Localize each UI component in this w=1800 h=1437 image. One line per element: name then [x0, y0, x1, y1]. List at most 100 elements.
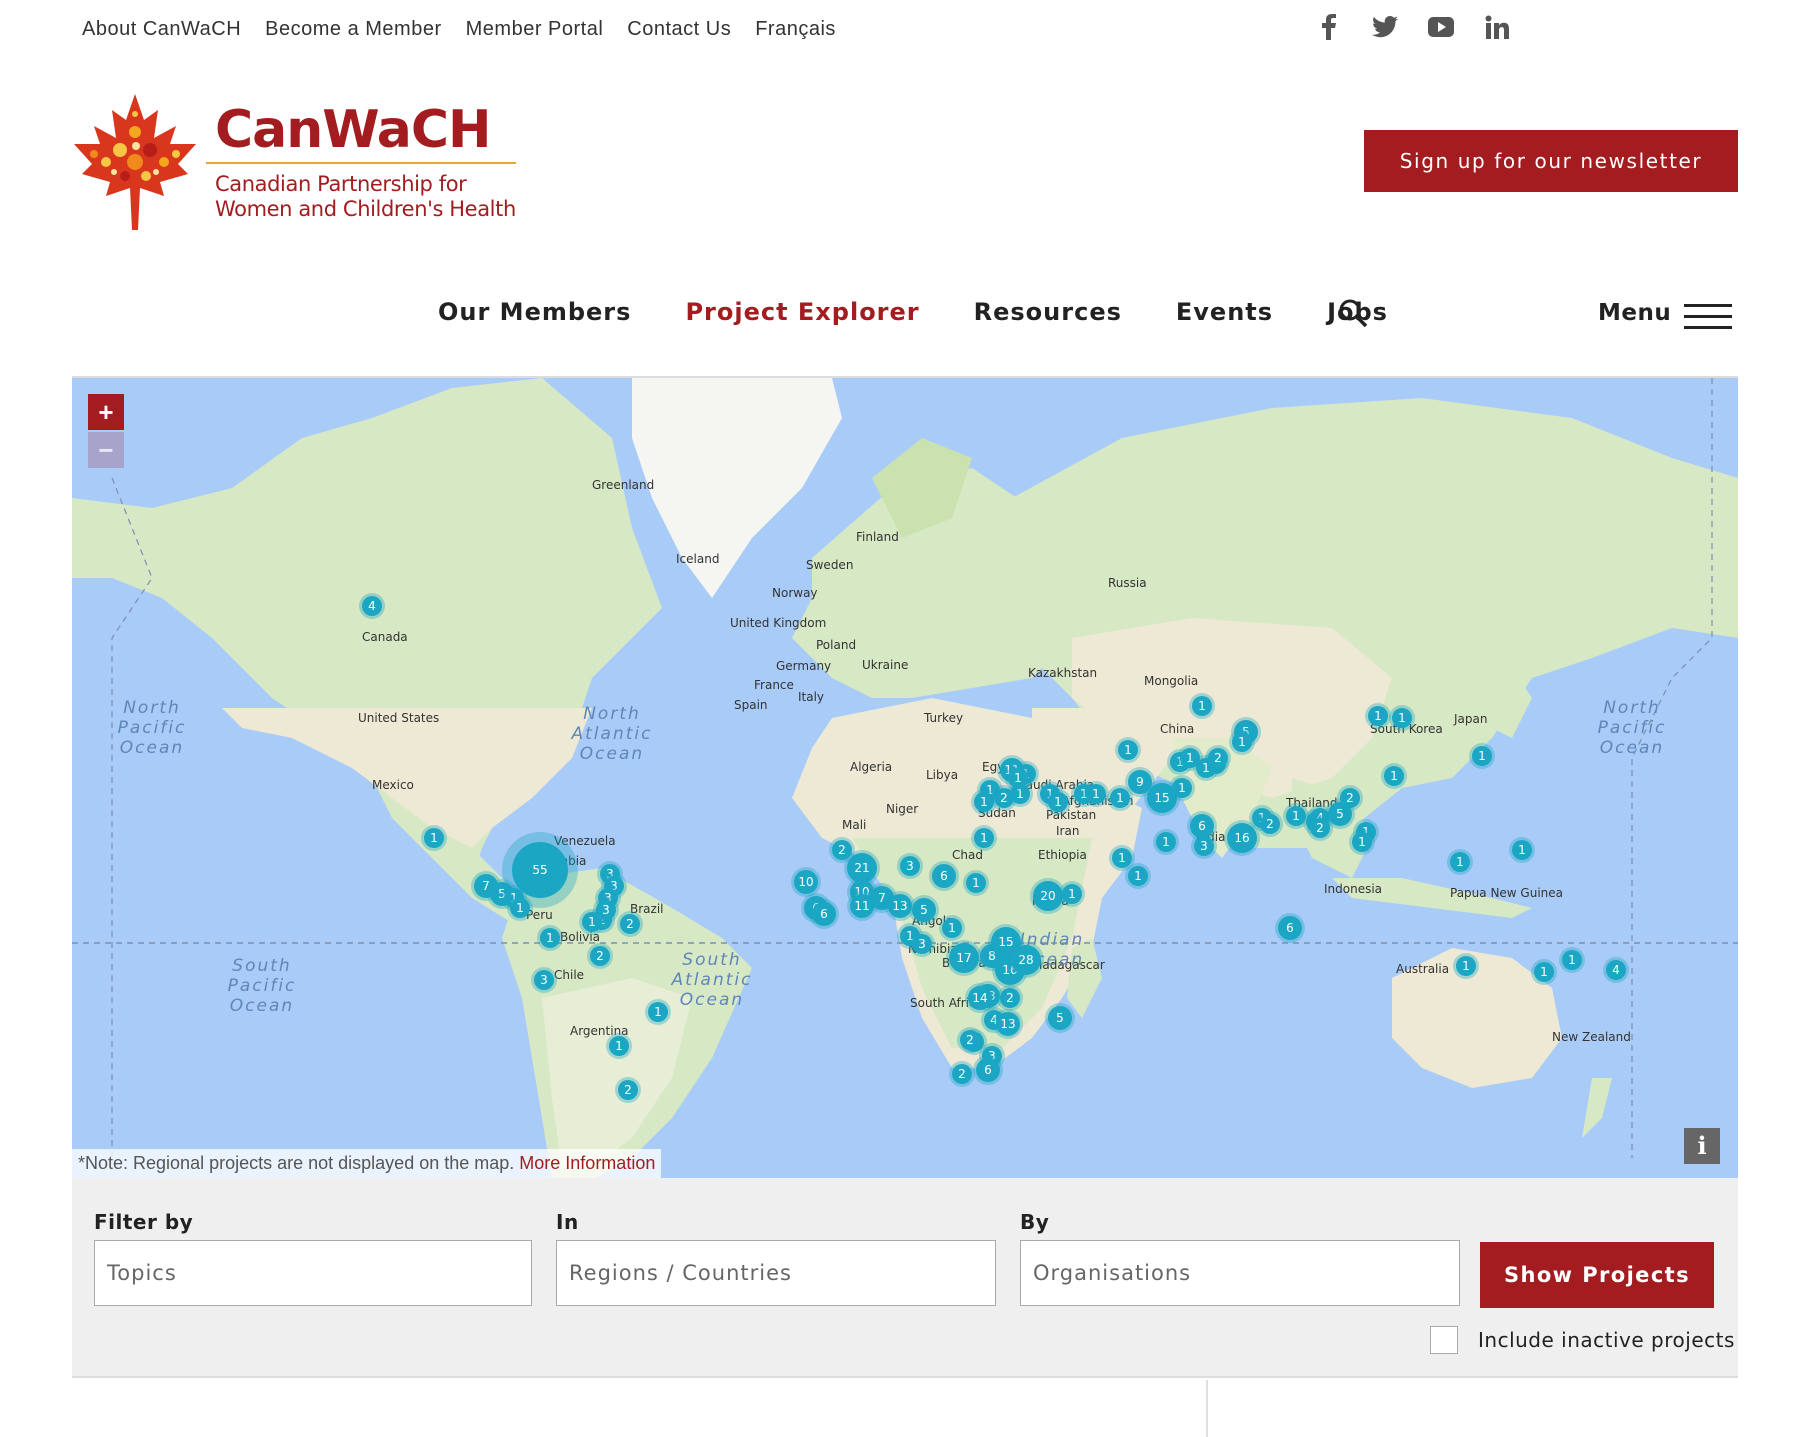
project-cluster-marker[interactable]: 10	[794, 870, 818, 894]
project-cluster-marker[interactable]: 1	[1172, 778, 1192, 798]
project-cluster-marker[interactable]: 13	[888, 894, 912, 918]
zoom-in-button[interactable]: +	[88, 394, 124, 430]
project-cluster-marker[interactable]: 1	[1232, 732, 1252, 752]
project-cluster-marker[interactable]: 3	[1194, 836, 1214, 856]
project-cluster-marker[interactable]: 2	[1310, 818, 1330, 838]
menu-label[interactable]: Menu	[1598, 300, 1671, 326]
hamburger-menu-icon[interactable]	[1684, 304, 1732, 330]
include-inactive-checkbox[interactable]	[1430, 1326, 1458, 1354]
organisations-input[interactable]	[1020, 1240, 1460, 1306]
project-cluster-marker[interactable]: 2	[590, 946, 610, 966]
project-cluster-marker[interactable]: 1	[510, 898, 530, 918]
project-cluster-marker[interactable]: 2	[832, 840, 852, 860]
nav-resources[interactable]: Resources	[974, 298, 1122, 326]
site-logo[interactable]: CanWaCH Canadian Partnership for Women a…	[70, 92, 520, 232]
project-cluster-marker[interactable]: 2	[1000, 988, 1020, 1008]
project-cluster-marker[interactable]: 1	[1472, 746, 1492, 766]
project-cluster-marker[interactable]: 28	[1011, 945, 1041, 975]
project-cluster-marker[interactable]: 1	[1048, 792, 1068, 812]
project-cluster-marker[interactable]: 6	[932, 864, 956, 888]
map-info-button[interactable]: i	[1684, 1128, 1720, 1164]
project-cluster-marker[interactable]: 1	[540, 928, 560, 948]
project-cluster-marker[interactable]: 1	[1368, 706, 1388, 726]
project-cluster-marker[interactable]: 2	[952, 1064, 972, 1084]
project-cluster-marker[interactable]: 1	[1112, 848, 1132, 868]
regions-countries-input[interactable]	[556, 1240, 996, 1306]
project-cluster-marker[interactable]: 14	[968, 986, 992, 1010]
project-cluster-marker[interactable]: 2	[618, 1080, 638, 1100]
topics-input[interactable]	[94, 1240, 532, 1306]
project-cluster-marker[interactable]: 1	[609, 1036, 629, 1056]
project-map[interactable]: + − Greenland Iceland Finland Sweden Norway U…	[72, 376, 1738, 1178]
project-cluster-marker[interactable]: 2	[1208, 748, 1228, 768]
project-cluster-marker[interactable]: 3	[534, 970, 554, 990]
top-link-francais[interactable]: Français	[755, 18, 836, 41]
project-cluster-marker[interactable]: 1	[1156, 832, 1176, 852]
project-cluster-marker[interactable]: 2	[960, 1030, 980, 1050]
project-cluster-marker[interactable]: 1	[942, 918, 962, 938]
top-link-about[interactable]: About CanWaCH	[82, 18, 241, 41]
project-cluster-marker[interactable]: 21	[847, 853, 877, 883]
nav-events[interactable]: Events	[1176, 298, 1273, 326]
project-cluster-marker[interactable]: 6	[812, 902, 836, 926]
project-cluster-marker[interactable]: 1	[648, 1002, 668, 1022]
project-cluster-marker[interactable]: 1	[1062, 884, 1082, 904]
project-cluster-marker[interactable]: 3	[900, 856, 920, 876]
project-cluster-marker[interactable]: 1	[1456, 956, 1476, 976]
project-cluster-marker[interactable]: 1	[1392, 708, 1412, 728]
project-cluster-marker[interactable]: 5	[912, 898, 936, 922]
project-cluster-marker[interactable]: 1	[1384, 766, 1404, 786]
search-icon[interactable]	[1338, 298, 1368, 328]
top-link-become-member[interactable]: Become a Member	[265, 18, 441, 41]
facebook-icon[interactable]	[1316, 14, 1342, 40]
project-cluster-marker[interactable]: 1	[1110, 788, 1130, 808]
project-cluster-marker[interactable]: 1	[1286, 806, 1306, 826]
project-cluster-marker[interactable]: 1	[974, 792, 994, 812]
project-cluster-marker[interactable]: 17	[949, 943, 979, 973]
project-cluster-marker[interactable]: 1	[1512, 840, 1532, 860]
map-place-label: Kazakhstan	[1028, 666, 1098, 680]
project-cluster-marker[interactable]: 6	[976, 1058, 1000, 1082]
map-place-label: Iceland	[676, 552, 720, 566]
project-cluster-marker[interactable]: 13	[996, 1012, 1020, 1036]
project-cluster-marker[interactable]: 1	[1562, 950, 1582, 970]
youtube-icon[interactable]	[1428, 14, 1454, 40]
show-projects-button[interactable]: Show Projects	[1480, 1242, 1714, 1308]
newsletter-signup-button[interactable]: Sign up for our newsletter	[1364, 130, 1738, 192]
map-place-label: Brazil	[630, 902, 664, 916]
twitter-icon[interactable]	[1372, 14, 1398, 40]
project-cluster-marker[interactable]: 20	[1033, 881, 1063, 911]
project-cluster-marker[interactable]: 6	[1190, 814, 1214, 838]
project-cluster-marker[interactable]: 1	[424, 828, 444, 848]
map-place-label: Mali	[842, 818, 867, 832]
project-cluster-marker[interactable]: 1	[1180, 748, 1200, 768]
project-cluster-marker[interactable]: 1	[966, 873, 986, 893]
project-cluster-marker[interactable]: 6	[1278, 916, 1302, 940]
more-information-link[interactable]: More Information	[519, 1153, 655, 1173]
linkedin-icon[interactable]	[1484, 14, 1510, 40]
project-cluster-marker[interactable]: 1	[1450, 852, 1470, 872]
nav-project-explorer[interactable]: Project Explorer	[685, 298, 919, 326]
project-cluster-marker[interactable]: 1	[1128, 866, 1148, 886]
project-cluster-marker[interactable]: 2	[1340, 788, 1360, 808]
project-cluster-marker[interactable]: 1	[582, 912, 602, 932]
project-cluster-marker[interactable]: 1	[1534, 962, 1554, 982]
project-cluster-marker[interactable]: 1	[1118, 740, 1138, 760]
project-cluster-marker[interactable]: 2	[620, 914, 640, 934]
top-link-contact[interactable]: Contact Us	[627, 18, 731, 41]
project-cluster-marker[interactable]: 1	[1008, 768, 1028, 788]
project-cluster-marker[interactable]: 3	[912, 934, 932, 954]
project-cluster-marker[interactable]: 4	[1606, 960, 1626, 980]
project-cluster-marker[interactable]: 2	[1260, 814, 1280, 834]
project-cluster-marker[interactable]: 1	[974, 828, 994, 848]
project-cluster-marker[interactable]: 5	[1048, 1006, 1072, 1030]
top-link-member-portal[interactable]: Member Portal	[466, 18, 604, 41]
map-place-label: New Zealand	[1552, 1030, 1631, 1044]
project-cluster-marker[interactable]: 4	[362, 596, 382, 616]
project-cluster-marker[interactable]: 1	[1352, 832, 1372, 852]
zoom-out-button[interactable]: −	[88, 432, 124, 468]
project-cluster-marker[interactable]: 1	[1086, 784, 1106, 804]
project-cluster-marker[interactable]: 16	[1227, 823, 1257, 853]
nav-our-members[interactable]: Our Members	[438, 298, 631, 326]
project-cluster-marker[interactable]: 1	[1192, 696, 1212, 716]
